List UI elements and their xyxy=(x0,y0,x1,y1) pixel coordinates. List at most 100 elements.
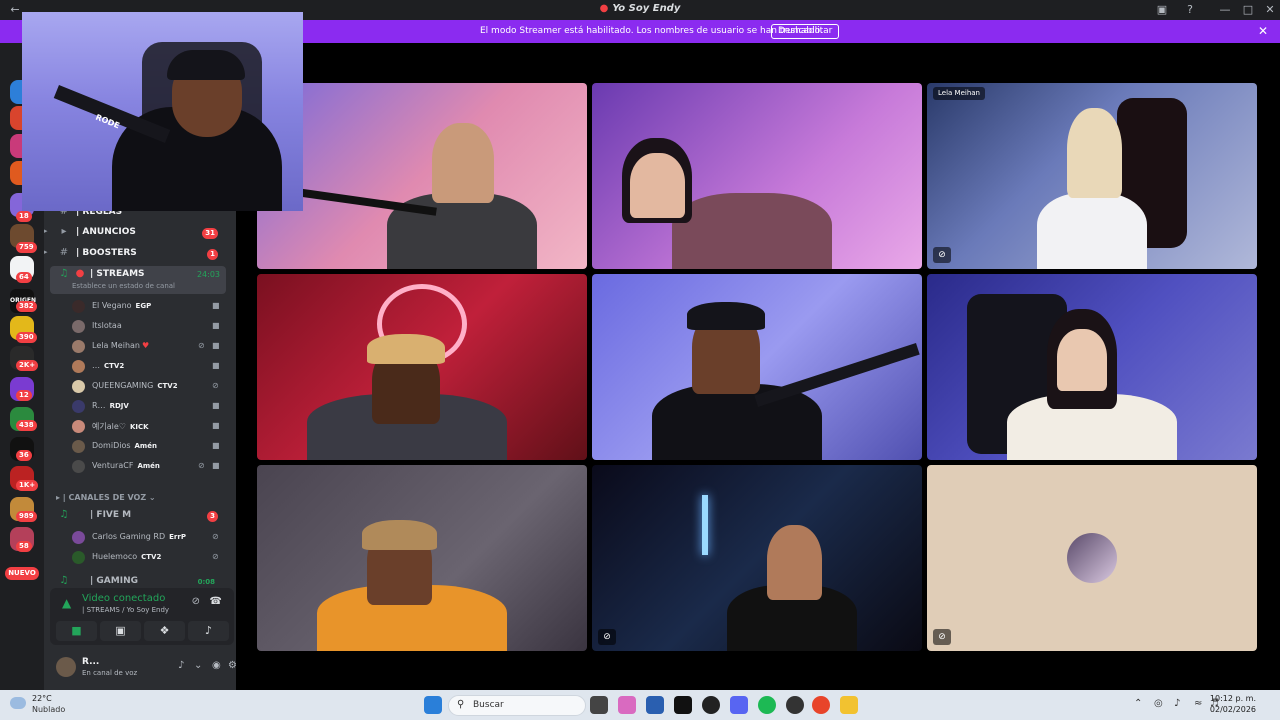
voice-user[interactable]: DomiDios Amén ■ xyxy=(72,437,228,455)
close-window-icon[interactable]: ✕ xyxy=(1263,3,1277,17)
channel-status[interactable]: Establece un estado de canal xyxy=(72,282,175,290)
server-badge: 64 xyxy=(16,272,32,283)
store-icon[interactable] xyxy=(646,696,664,714)
close-banner-icon[interactable]: ✕ xyxy=(1258,24,1268,38)
participant-head xyxy=(630,153,685,218)
server-badge: 989 xyxy=(16,511,37,522)
microphone-icon[interactable]: ♪ xyxy=(178,660,184,671)
server-badge: 12 xyxy=(16,390,32,401)
discord-window: ← ● Yo Soy Endy ▣ ? — □ ✕ El modo Streame… xyxy=(0,0,1280,720)
disable-streamer-button[interactable]: Deshabilitar xyxy=(771,24,840,39)
voice-user[interactable]: … CTV2 ■ xyxy=(72,357,228,375)
voice-user[interactable]: Lela Meihan ♥ ⊘ ■ xyxy=(72,337,228,355)
network-icon[interactable]: ◎ xyxy=(1154,698,1163,709)
disconnect-icon[interactable]: ☎ xyxy=(210,596,222,607)
microphone-tray-icon[interactable]: ♪ xyxy=(1174,698,1180,709)
voice-user-name: QUEENGAMING CTV2 xyxy=(92,381,178,390)
channel-name: | GAMING xyxy=(90,576,138,586)
start-button-icon[interactable] xyxy=(424,696,442,714)
terminal-icon[interactable] xyxy=(674,696,692,714)
video-tile[interactable] xyxy=(257,465,587,651)
video-tile[interactable]: Lela Meihan ⊘ xyxy=(927,83,1257,269)
task-view-icon[interactable] xyxy=(590,696,608,714)
camera-button[interactable]: ■ xyxy=(56,621,97,641)
screen-share-button[interactable]: ▣ xyxy=(100,621,141,641)
user-tag: CTV2 xyxy=(104,362,125,370)
chrome-icon[interactable] xyxy=(812,696,830,714)
voice-user-name: El Vegano EGP xyxy=(92,301,151,310)
taskbar-search[interactable]: ⚲ Buscar xyxy=(448,695,586,716)
category-voice-channels[interactable]: ▸ | CANALES DE VOZ ⌄ xyxy=(56,493,156,502)
activities-button[interactable]: ❖ xyxy=(144,621,185,641)
wifi-icon[interactable]: ≈ xyxy=(1194,698,1202,709)
voice-user-name: Huelemoco CTV2 xyxy=(92,552,161,561)
new-unreads-pill[interactable]: NUEVO xyxy=(5,567,39,580)
voice-user-name: Lela Meihan ♥ xyxy=(92,341,149,350)
avatar xyxy=(72,551,85,564)
participant-head xyxy=(1057,329,1107,391)
voice-user[interactable]: Huelemoco CTV2 ⊘ xyxy=(72,548,228,566)
avatar[interactable] xyxy=(56,657,76,677)
video-tile[interactable] xyxy=(257,83,587,269)
voice-user-label: 예기ale♡ xyxy=(92,422,126,431)
voice-user[interactable]: El Vegano EGP ■ xyxy=(72,297,228,315)
channel-anuncios[interactable]: ▸ ▸ | ANUNCIOS 31 xyxy=(44,224,228,242)
voice-user[interactable]: Itslotaa ■ xyxy=(72,317,228,335)
video-tile[interactable] xyxy=(592,83,922,269)
voice-user[interactable]: VenturaCF Amén ⊘ ■ xyxy=(72,457,228,475)
discord-icon[interactable] xyxy=(730,696,748,714)
user-tag: RDJV xyxy=(109,402,129,410)
voice-user[interactable]: R… RDJV ■ xyxy=(72,397,228,415)
chevron-down-icon[interactable]: ⌄ xyxy=(194,660,202,671)
noise-suppression-icon[interactable]: ⊘ xyxy=(192,596,200,607)
soundboard-button[interactable]: ♪ xyxy=(188,621,229,641)
camera-icon: ■ xyxy=(212,361,220,370)
voice-user-label: Huelemoco xyxy=(92,552,138,561)
video-tile[interactable] xyxy=(257,274,587,460)
participant-name: Lela Meihan xyxy=(933,87,985,100)
obs-icon[interactable] xyxy=(786,696,804,714)
voice-location[interactable]: | STREAMS / Yo Soy Endy xyxy=(82,606,169,614)
chevron-right-icon: ▸ xyxy=(44,248,48,256)
minimize-icon[interactable]: — xyxy=(1218,3,1232,17)
voice-user-label: El Vegano xyxy=(92,301,132,310)
voice-user[interactable]: 예기ale♡ KICK ■ xyxy=(72,417,228,435)
app-icon[interactable] xyxy=(702,696,720,714)
server-badge: 58 xyxy=(16,541,32,552)
clock-date[interactable]: 02/02/2026 xyxy=(1210,705,1256,714)
channel-timer: 0:08 xyxy=(197,578,215,586)
voice-user[interactable]: QUEENGAMING CTV2 ⊘ xyxy=(72,377,228,395)
inbox-icon[interactable]: ▣ xyxy=(1155,3,1169,17)
spotify-icon[interactable] xyxy=(758,696,776,714)
webcam-person-cap xyxy=(167,50,245,80)
voice-user[interactable]: Carlos Gaming RD ErrP ⊘ xyxy=(72,528,228,546)
voice-status[interactable]: Video conectado xyxy=(82,593,165,604)
maximize-icon[interactable]: □ xyxy=(1241,3,1255,17)
camera-icon: ■ xyxy=(212,441,220,450)
channel-boosters[interactable]: ▸ # | BOOSTERS 1 xyxy=(44,245,228,263)
video-tile[interactable]: ⊘ xyxy=(927,465,1257,651)
voice-user-name: R… RDJV xyxy=(92,401,129,410)
video-tile[interactable] xyxy=(927,274,1257,460)
weather-temperature[interactable]: 22°C xyxy=(32,694,52,703)
video-tile[interactable] xyxy=(592,274,922,460)
mention-badge: 3 xyxy=(207,511,218,522)
clock-time[interactable]: 10:12 p. m. xyxy=(1210,694,1256,703)
voice-user-label: VenturaCF xyxy=(92,461,134,470)
participant-head xyxy=(767,525,822,600)
speaker-icon: ▸ | xyxy=(56,493,69,502)
user-name[interactable]: R... xyxy=(82,657,99,667)
channel-fivem[interactable]: ♫ | FIVE M 3 xyxy=(44,507,228,525)
headphones-icon[interactable]: ◉ xyxy=(212,660,221,671)
channel-streams[interactable]: ♫ ● | STREAMS 24:03 Establece un estado … xyxy=(50,266,226,294)
mention-badge: 1 xyxy=(207,249,218,260)
category-label: CANALES DE VOZ xyxy=(68,493,147,502)
tray-chevron-icon[interactable]: ⌃ xyxy=(1134,698,1142,709)
weather-description[interactable]: Nublado xyxy=(32,705,65,714)
file-explorer-icon[interactable] xyxy=(840,696,858,714)
muted-icon: ⊘ xyxy=(933,629,951,645)
video-tile[interactable]: ⊘ xyxy=(592,465,922,651)
copilot-icon[interactable] xyxy=(618,696,636,714)
speaker-icon: ♫ xyxy=(59,575,69,586)
help-icon[interactable]: ? xyxy=(1183,3,1197,17)
